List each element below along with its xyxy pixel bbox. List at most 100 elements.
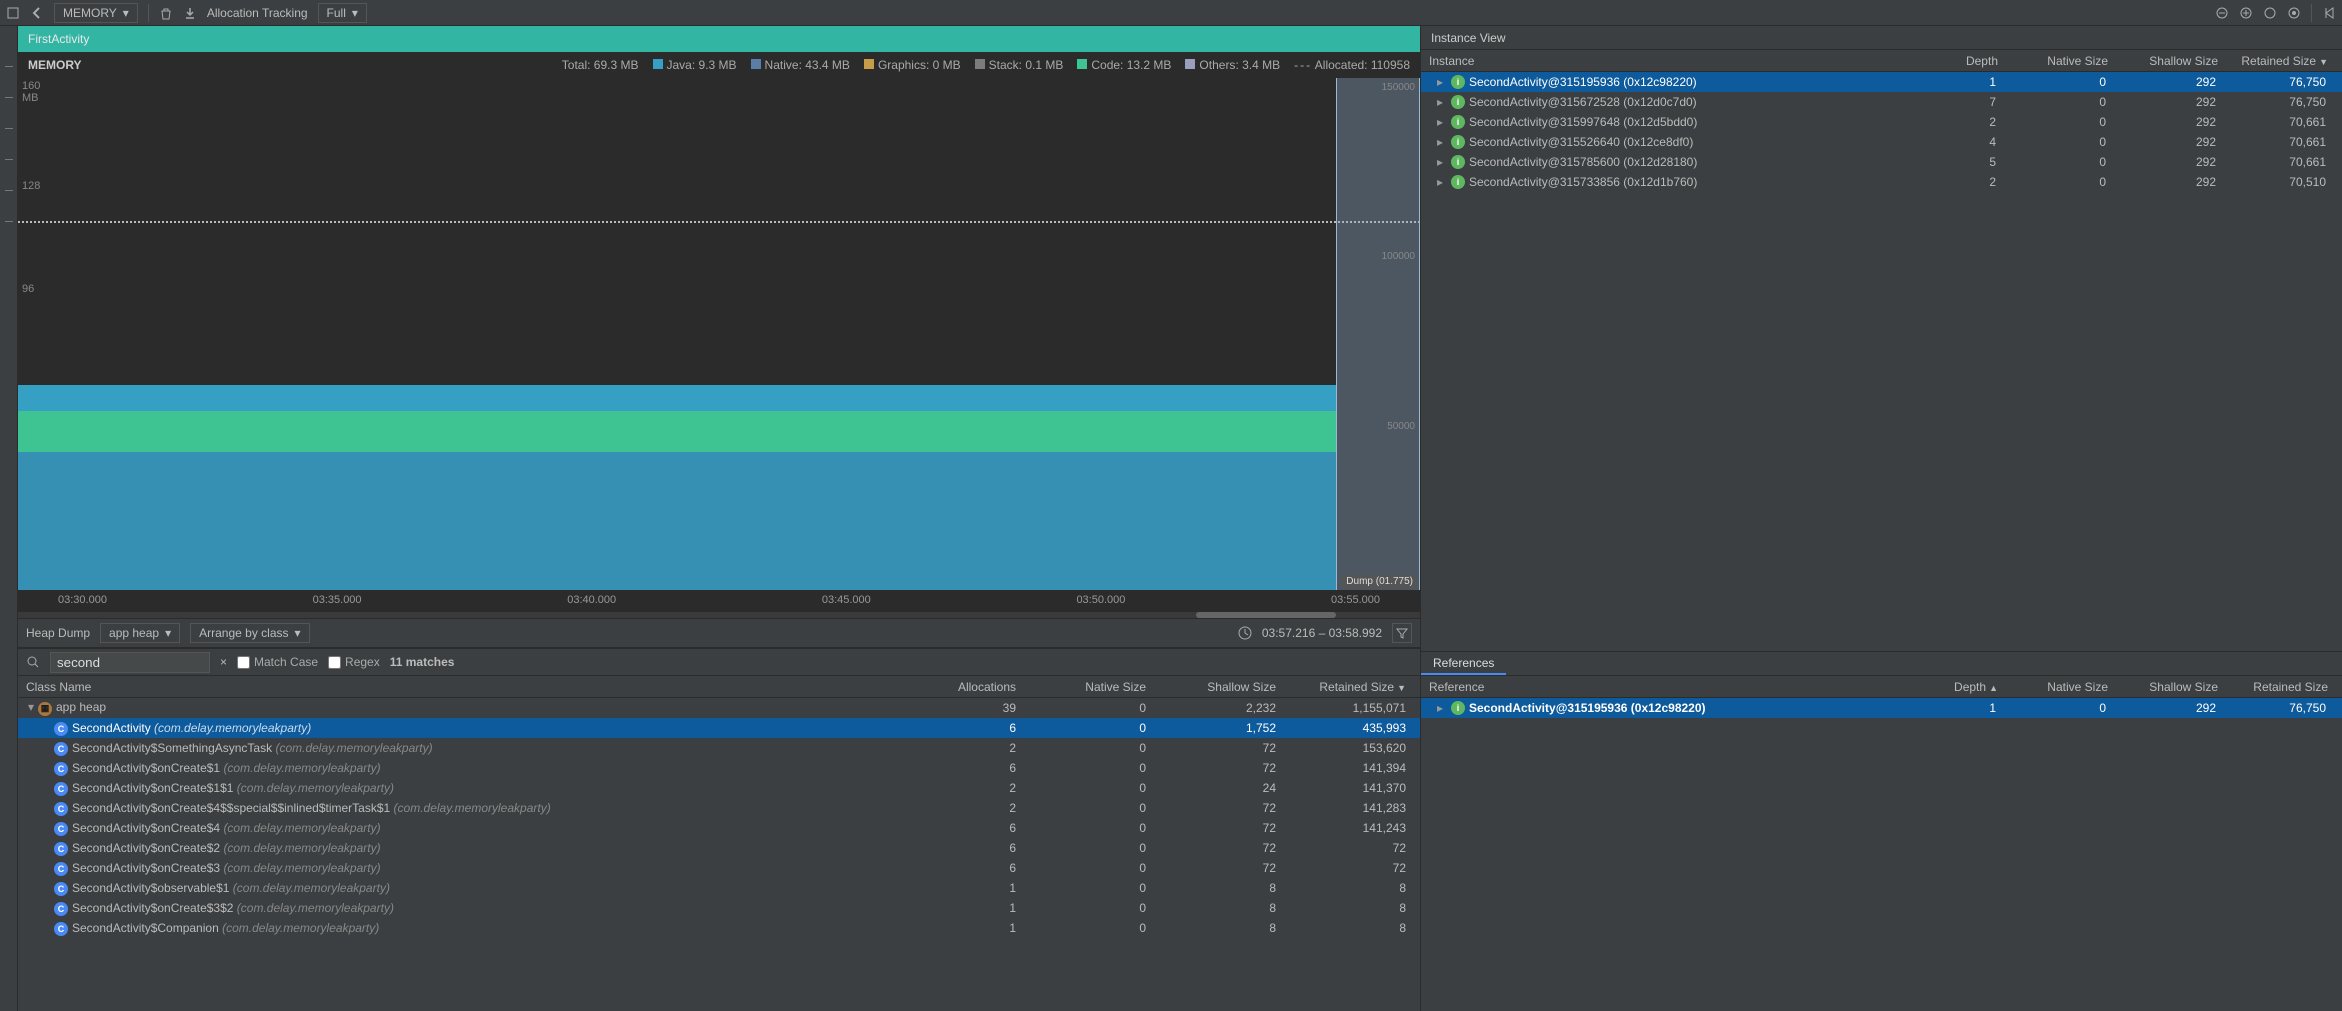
col-depth[interactable]: Depth: [1918, 54, 2008, 68]
clock-icon: [1238, 626, 1252, 640]
table-row[interactable]: ▸iSecondActivity@315785600 (0x12d28180)5…: [1421, 152, 2342, 172]
alloc-tick: 150000: [1382, 82, 1415, 93]
expand-icon[interactable]: ▸: [1433, 135, 1447, 149]
search-bar: × Match Case Regex 11 matches: [18, 648, 1420, 676]
sessions-icon[interactable]: [6, 6, 20, 20]
regex-checkbox[interactable]: Regex: [328, 655, 380, 669]
col-native-size[interactable]: Native Size: [2008, 54, 2118, 68]
table-row[interactable]: ▸iSecondActivity@315733856 (0x12d1b760)2…: [1421, 172, 2342, 192]
expand-icon[interactable]: ▾: [24, 700, 38, 714]
chart-layer-native: [18, 452, 1336, 590]
table-row[interactable]: CSecondActivity$onCreate$1 (com.delay.me…: [18, 758, 1420, 778]
references-table[interactable]: ▸iSecondActivity@315195936 (0x12c98220)1…: [1421, 698, 2342, 1011]
table-row[interactable]: CSecondActivity$observable$1 (com.delay.…: [18, 878, 1420, 898]
cell-depth: 4: [1916, 135, 2006, 149]
instance-table[interactable]: ▸iSecondActivity@315195936 (0x12c98220)1…: [1421, 72, 2342, 651]
col-shallow-size[interactable]: Shallow Size: [2118, 680, 2228, 694]
cell-allocations: 6: [896, 841, 1026, 855]
col-class-name[interactable]: Class Name: [22, 680, 896, 694]
legend-stack: Stack: 0.1 MB: [975, 58, 1064, 72]
col-retained-size[interactable]: Retained Size▼: [2228, 54, 2338, 68]
package-icon: ▦: [38, 702, 52, 716]
cell-native: 0: [1026, 761, 1156, 775]
cell-depth: 1: [1916, 75, 2006, 89]
col-reference[interactable]: Reference: [1425, 680, 1918, 694]
table-row[interactable]: CSecondActivity$onCreate$1$1 (com.delay.…: [18, 778, 1420, 798]
dump-heap-button[interactable]: [183, 6, 197, 20]
zoom-selection-button[interactable]: [2287, 6, 2301, 20]
go-live-button[interactable]: [2322, 6, 2336, 20]
gutter-tick: [5, 221, 13, 222]
expand-icon[interactable]: ▸: [1433, 115, 1447, 129]
search-input[interactable]: [50, 652, 210, 673]
profiler-select[interactable]: MEMORY ▾: [54, 3, 138, 23]
time-scrollbar[interactable]: [18, 612, 1420, 618]
class-icon: C: [54, 782, 68, 796]
clear-search-button[interactable]: ×: [220, 655, 227, 669]
zoom-out-button[interactable]: [2215, 6, 2229, 20]
match-case-checkbox[interactable]: Match Case: [237, 655, 318, 669]
time-scrollbar-thumb[interactable]: [1196, 612, 1336, 618]
expand-icon[interactable]: ▸: [1433, 75, 1447, 89]
table-row[interactable]: CSecondActivity$onCreate$3 (com.delay.me…: [18, 858, 1420, 878]
alloc-tracking-select[interactable]: Full ▾: [318, 3, 367, 23]
cell-shallow: 72: [1156, 741, 1286, 755]
table-row[interactable]: ▸iSecondActivity@315195936 (0x12c98220)1…: [1421, 72, 2342, 92]
arrange-select[interactable]: Arrange by class ▾: [190, 623, 309, 643]
cell-retained: 153,620: [1286, 741, 1416, 755]
table-row[interactable]: CSecondActivity (com.delay.memoryleakpar…: [18, 718, 1420, 738]
heap-select[interactable]: app heap ▾: [100, 623, 180, 643]
table-row[interactable]: CSecondActivity$onCreate$3$2 (com.delay.…: [18, 898, 1420, 918]
instance-icon: i: [1451, 175, 1465, 189]
table-row[interactable]: CSecondActivity$onCreate$4 (com.delay.me…: [18, 818, 1420, 838]
col-native-size[interactable]: Native Size: [1026, 680, 1156, 694]
table-row[interactable]: CSecondActivity$onCreate$2 (com.delay.me…: [18, 838, 1420, 858]
cell-shallow: 292: [2116, 115, 2226, 129]
top-toolbar: MEMORY ▾ Allocation Tracking Full ▾: [0, 0, 2342, 26]
col-retained-size[interactable]: Retained Size▼: [1286, 680, 1416, 694]
plot-area[interactable]: 150000 100000 50000 Dump (01.775): [18, 78, 1420, 590]
expand-icon[interactable]: ▸: [1433, 155, 1447, 169]
gutter-tick: [5, 190, 13, 191]
zoom-in-button[interactable]: [2239, 6, 2253, 20]
col-allocations[interactable]: Allocations: [896, 680, 1026, 694]
filter-button[interactable]: [1392, 623, 1412, 643]
activity-bar[interactable]: FirstActivity: [18, 26, 1420, 52]
col-depth[interactable]: Depth▲: [1918, 680, 2008, 694]
table-row[interactable]: ▸iSecondActivity@315195936 (0x12c98220)1…: [1421, 698, 2342, 718]
alloc-tracking-value: Full: [327, 6, 346, 20]
table-row[interactable]: CSecondActivity$SomethingAsyncTask (com.…: [18, 738, 1420, 758]
class-name: SecondActivity: [72, 721, 151, 735]
back-button[interactable]: [30, 6, 44, 20]
references-tabs: References: [1421, 652, 2342, 676]
tab-references[interactable]: References: [1421, 652, 1506, 675]
zoom-reset-button[interactable]: [2263, 6, 2277, 20]
table-row[interactable]: CSecondActivity$onCreate$4$$special$$inl…: [18, 798, 1420, 818]
expand-icon[interactable]: ▸: [1433, 95, 1447, 109]
force-gc-button[interactable]: [159, 6, 173, 20]
cell-native: 0: [1026, 741, 1156, 755]
table-row[interactable]: CSecondActivity$Companion (com.delay.mem…: [18, 918, 1420, 938]
table-row[interactable]: ▸iSecondActivity@315997648 (0x12d5bdd0)2…: [1421, 112, 2342, 132]
instance-icon: i: [1451, 95, 1465, 109]
expand-icon[interactable]: ▸: [1433, 175, 1447, 189]
table-row[interactable]: ▾▦app heap3902,2321,155,071: [18, 698, 1420, 718]
col-shallow-size[interactable]: Shallow Size: [2118, 54, 2228, 68]
memory-chart[interactable]: 160 MB 128 96 64 32 150000 100000: [18, 78, 1420, 618]
expand-icon[interactable]: ▸: [1433, 701, 1447, 715]
cell-allocations: 2: [896, 741, 1026, 755]
col-retained-size[interactable]: Retained Size: [2228, 680, 2338, 694]
cell-depth: 2: [1916, 115, 2006, 129]
table-row[interactable]: ▸iSecondActivity@315672528 (0x12d0c7d0)7…: [1421, 92, 2342, 112]
col-instance[interactable]: Instance: [1425, 54, 1918, 68]
cell-native: 0: [1026, 921, 1156, 935]
col-native-size[interactable]: Native Size: [2008, 680, 2118, 694]
table-row[interactable]: ▸iSecondActivity@315526640 (0x12ce8df0)4…: [1421, 132, 2342, 152]
cell-allocations: 2: [896, 781, 1026, 795]
col-shallow-size[interactable]: Shallow Size: [1156, 680, 1286, 694]
cell-retained: 70,661: [2226, 155, 2336, 169]
selection-overlay[interactable]: 150000 100000 50000 Dump (01.775): [1336, 78, 1420, 590]
instance-icon: i: [1451, 75, 1465, 89]
heap-table[interactable]: Class Name Allocations Native Size Shall…: [18, 676, 1420, 1011]
cell-retained: 72: [1286, 841, 1416, 855]
